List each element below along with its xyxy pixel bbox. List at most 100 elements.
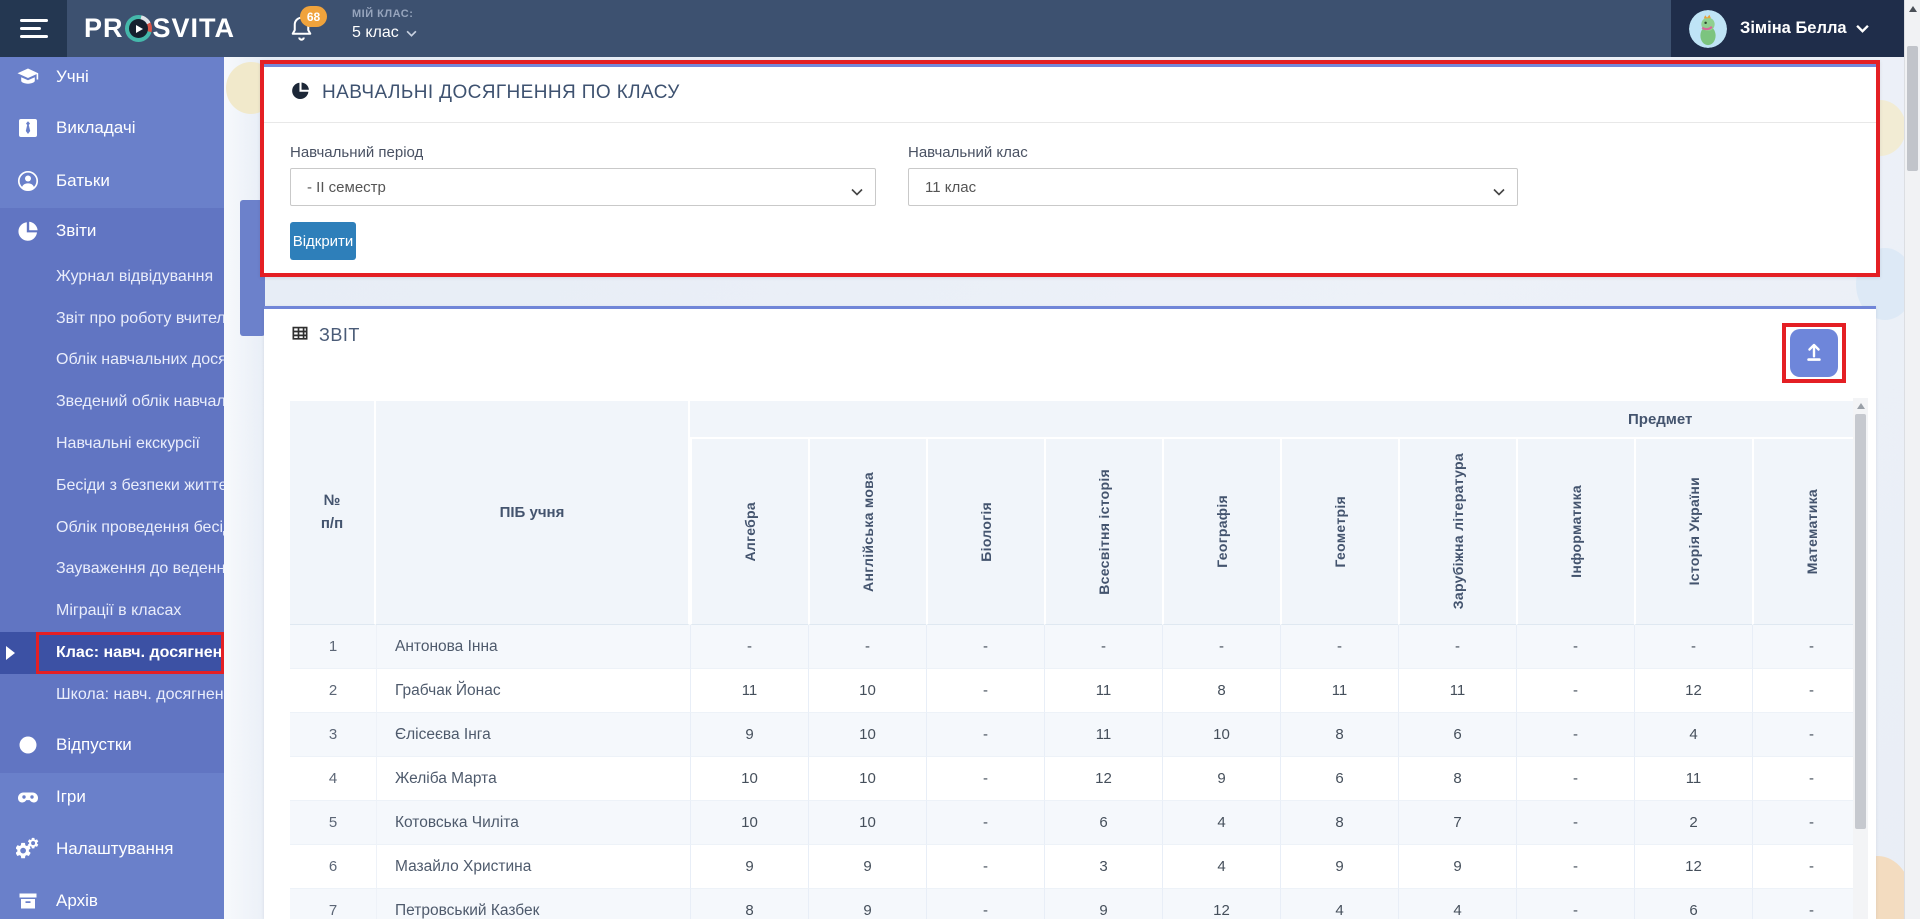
scrollbar-thumb <box>1907 46 1918 171</box>
sidebar-item-settings[interactable]: Налаштування <box>0 822 224 875</box>
grade-cell: 8 <box>1162 669 1280 713</box>
grade-cell: - <box>1752 757 1853 801</box>
subject-header-label: Англійська мова <box>860 471 876 592</box>
archive-box-icon <box>16 889 40 913</box>
sidebar-item-games[interactable]: Ігри <box>0 770 224 823</box>
grade-cell: 10 <box>690 757 808 801</box>
grade-cell: 11 <box>1280 669 1398 713</box>
student-name-cell: Котовська Чиліта <box>376 801 690 845</box>
sidebar-subitem[interactable]: Облік навчальних досягн <box>0 340 224 382</box>
sidebar-item-teachers[interactable]: Викладачі <box>0 101 224 154</box>
filters-panel-title: НАВЧАЛЬНІ ДОСЯГНЕННЯ ПО КЛАСУ <box>322 82 680 103</box>
grade-cell: - <box>1516 889 1634 919</box>
sidebar-subitem[interactable]: Навчальні екскурсії <box>0 423 224 465</box>
student-name-cell: Петровський Казбек <box>376 889 690 919</box>
notification-count-badge: 68 <box>300 6 327 27</box>
sidebar-subitem[interactable]: Облік проведення бесід, і <box>0 507 224 549</box>
export-button[interactable] <box>1790 329 1838 377</box>
filters-panel-header: НАВЧАЛЬНІ ДОСЯГНЕННЯ ПО КЛАСУ <box>290 80 680 106</box>
subject-column-header: Всесвітня історія <box>1044 439 1162 625</box>
graduation-cap-icon <box>16 65 40 89</box>
sidebar-item-parents[interactable]: Батьки <box>0 154 224 207</box>
sidebar: Учні Викладачі Батьки Звіти Журнал відві… <box>0 57 224 919</box>
sidebar-subitem-label: Зауваження до ведення ж <box>56 560 224 578</box>
subject-header-label: Географія <box>1214 495 1230 568</box>
report-panel-header: ЗВІТ <box>290 323 360 348</box>
sidebar-item-students[interactable]: Учні <box>0 57 224 103</box>
sidebar-subitem[interactable]: Бесіди з безпеки життєдія <box>0 465 224 507</box>
grade-cell: - <box>1516 625 1634 669</box>
grade-cell: 9 <box>690 845 808 889</box>
row-number-cell: 3 <box>290 713 376 757</box>
sidebar-item-label: Звіти <box>56 221 97 240</box>
grade-cell: 4 <box>1398 889 1516 919</box>
tie-icon <box>16 116 40 140</box>
sidebar-subitem[interactable]: Звіт про роботу вчителя <box>0 298 224 340</box>
grade-cell: 10 <box>808 713 926 757</box>
grade-cell: - <box>1516 845 1634 889</box>
page-scrollbar[interactable] <box>1904 0 1920 919</box>
grade-cell: - <box>926 845 1044 889</box>
subject-header-label: Історія України <box>1686 477 1702 586</box>
my-class-select[interactable]: 5 клас <box>352 24 417 42</box>
grade-cell: 11 <box>1044 669 1162 713</box>
my-class-value: 5 клас <box>352 24 399 41</box>
sidebar-subitem-active[interactable]: Клас: навч. досягнення <box>0 632 224 674</box>
sidebar-item-reports[interactable]: Звіти <box>0 208 224 256</box>
number-column-header: № п/п <box>290 401 376 625</box>
report-table-wrapper: № п/п ПІБ учня Предмет Алгебра Англійська… <box>290 401 1853 919</box>
app-logo[interactable]: PR SVITA <box>84 0 235 57</box>
grade-cell: 12 <box>1634 845 1752 889</box>
subject-header-label: Інформатика <box>1568 485 1584 578</box>
subject-header-label: Зарубіжна література <box>1450 453 1466 610</box>
sidebar-subitem[interactable]: Зведений облік навчальн <box>0 381 224 423</box>
chevron-down-icon <box>406 24 417 42</box>
sidebar-item-vacations[interactable]: Відпустки <box>0 718 224 771</box>
grade-cell: 6 <box>1634 889 1752 919</box>
grade-cell: 11 <box>1398 669 1516 713</box>
gamepad-icon <box>16 785 40 809</box>
scrollbar-thumb <box>1855 414 1866 829</box>
sidebar-subitem[interactable]: Міграції в класах <box>0 590 224 632</box>
grade-cell: 4 <box>1280 889 1398 919</box>
open-button[interactable]: Відкрити <box>290 222 356 260</box>
grade-cell: - <box>926 801 1044 845</box>
grade-cell: 9 <box>690 713 808 757</box>
sidebar-subitem[interactable]: Школа: навч. досягнення <box>0 674 224 716</box>
class-select[interactable]: 11 клас <box>908 168 1518 206</box>
table-scrollbar[interactable] <box>1853 398 1868 919</box>
hamburger-menu-button[interactable] <box>0 0 67 57</box>
avatar <box>1689 9 1727 48</box>
subject-column-header: Геометрія <box>1280 439 1398 625</box>
student-name-cell: Желіба Марта <box>376 757 690 801</box>
sidebar-subitem-label: Бесіди з безпеки життєдія <box>56 476 224 494</box>
notifications-button[interactable]: 68 <box>288 6 332 54</box>
grade-cell: 9 <box>1162 757 1280 801</box>
subject-header-label: Всесвітня історія <box>1096 468 1112 595</box>
grade-cell: - <box>1752 713 1853 757</box>
sidebar-subitem[interactable]: Журнал відвідування <box>0 256 224 298</box>
grade-cell: - <box>926 713 1044 757</box>
row-number-cell: 5 <box>290 801 376 845</box>
report-panel: ЗВІТ № п/п ПІБ учня Предмет Алгебра Англі… <box>264 306 1876 919</box>
logo-text-right: SVITA <box>152 13 236 43</box>
student-name-cell: Антонова Інна <box>376 625 690 669</box>
subject-group-header: Предмет <box>690 401 1853 439</box>
grade-cell: 11 <box>690 669 808 713</box>
period-label: Навчальний період <box>290 144 424 161</box>
sidebar-subitem-label: Зведений облік навчальн <box>56 393 224 411</box>
sidebar-subitem-label: Журнал відвідування <box>56 267 214 285</box>
period-select[interactable]: - ІІ семестр <box>290 168 876 206</box>
user-name: Зіміна Белла <box>1740 19 1847 37</box>
grade-cell: 8 <box>1280 713 1398 757</box>
grade-cell: - <box>808 625 926 669</box>
sidebar-item-label: Викладачі <box>56 117 136 137</box>
grade-cell: 12 <box>1044 757 1162 801</box>
sidebar-item-archive[interactable]: Архів <box>0 874 224 919</box>
user-menu[interactable]: Зіміна Белла <box>1671 0 1904 57</box>
sidebar-item-label: Ігри <box>56 786 86 806</box>
sidebar-subitem[interactable]: Зауваження до ведення ж <box>0 549 224 591</box>
grade-cell: - <box>1516 757 1634 801</box>
logo-text-left: PR <box>84 13 124 43</box>
grade-cell: - <box>1752 801 1853 845</box>
